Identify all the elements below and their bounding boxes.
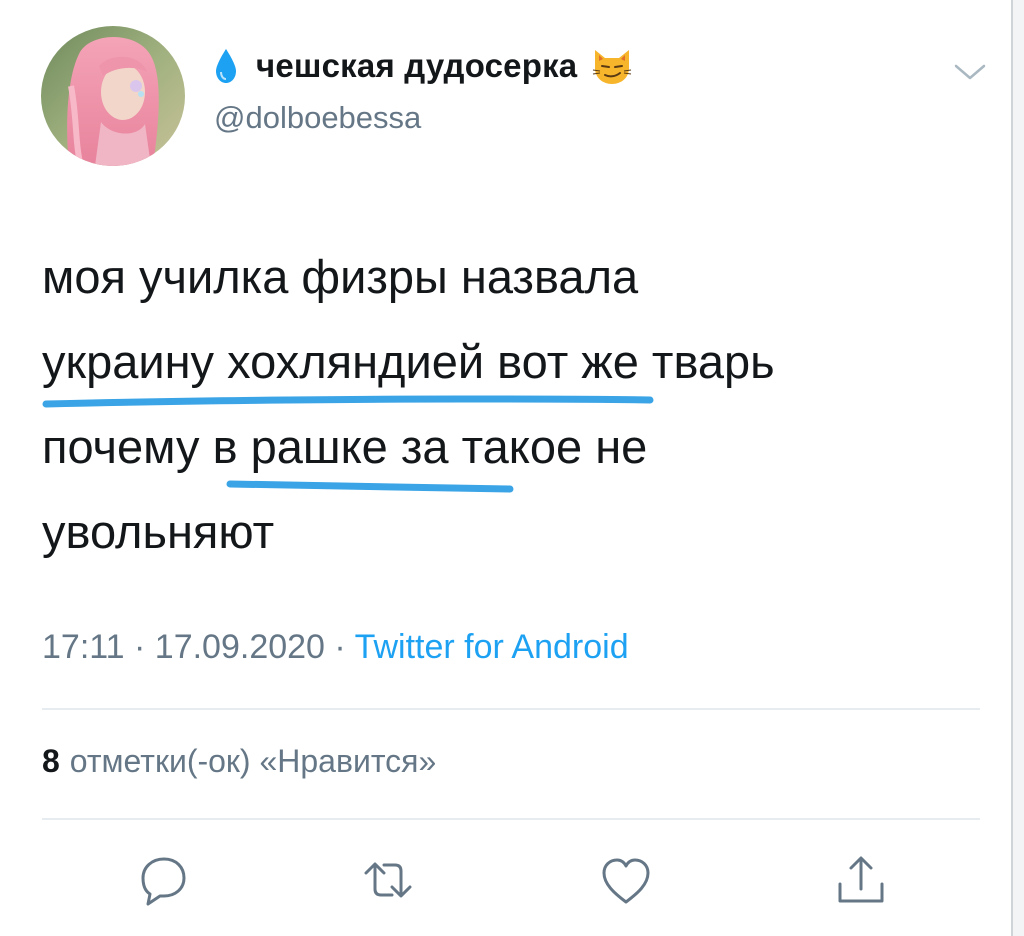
tweet-source-link[interactable]: Twitter for Android — [355, 628, 629, 666]
divider — [42, 708, 980, 710]
tweet-time[interactable]: 17:11 — [42, 628, 125, 666]
likes-count: 8 — [42, 743, 60, 779]
author-handle[interactable]: @dolboebessa — [214, 100, 421, 136]
highlight-underline-2 — [226, 480, 514, 493]
screen-edge-shadow — [1013, 0, 1024, 936]
like-icon[interactable] — [596, 851, 656, 911]
highlight-underline-1 — [42, 395, 654, 408]
author-row[interactable]: чешская дудосерка — [214, 44, 633, 88]
meta-separator: · — [334, 628, 346, 666]
tweet-meta: 17:11 · 17.09.2020 · Twitter for Android — [42, 628, 629, 667]
display-name: чешская дудосерка — [256, 47, 578, 84]
share-icon[interactable] — [831, 851, 891, 911]
droplet-icon — [216, 49, 236, 83]
reply-icon[interactable] — [133, 851, 193, 911]
retweet-icon[interactable] — [358, 851, 418, 911]
tweet-date[interactable]: 17.09.2020 — [155, 628, 325, 666]
avatar[interactable] — [41, 26, 185, 166]
tweet-detail-view: чешская дудосерка @dolboebessa моя училк… — [0, 0, 1024, 936]
chevron-down-icon[interactable] — [952, 60, 988, 84]
likes-label: отметки(-ок) «Нравится» — [69, 743, 437, 779]
likes-summary[interactable]: 8 отметки(-ок) «Нравится» — [42, 743, 436, 780]
smirking-cat-icon — [593, 50, 632, 84]
divider — [42, 818, 980, 820]
avatar-image — [41, 26, 185, 166]
meta-separator: · — [134, 628, 146, 666]
